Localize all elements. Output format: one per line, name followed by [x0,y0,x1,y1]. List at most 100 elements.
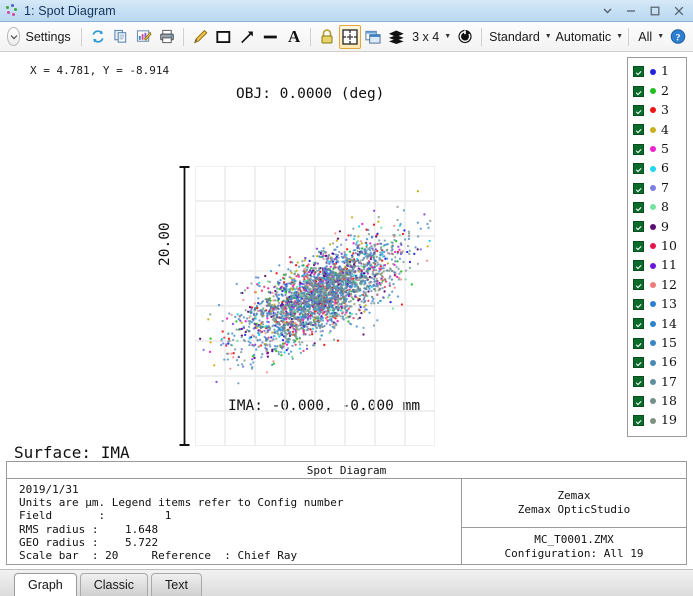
chevron-down-icon [7,27,20,46]
legend-row[interactable]: 9 [633,217,686,236]
toolbar-separator [628,28,629,46]
lock-icon[interactable] [316,25,338,49]
legend-checkbox[interactable] [633,299,644,310]
toolbar: Settings [0,22,693,52]
view-tab-bar[interactable]: GraphClassicText [0,569,693,596]
legend-label: 14 [661,318,677,331]
legend-color-dot [650,107,656,113]
legend-row[interactable]: 15 [633,333,686,352]
legend-label: 10 [661,240,677,253]
report-line: Configuration: All 19 [504,547,643,561]
tab-graph[interactable]: Graph [14,573,77,596]
print-icon[interactable] [156,25,178,49]
legend-label: 4 [661,124,669,137]
toolbar-separator [481,28,482,46]
legend-checkbox[interactable] [633,260,644,271]
legend-checkbox[interactable] [633,66,644,77]
legend-label: 8 [661,201,669,214]
legend-checkbox[interactable] [633,86,644,97]
window-title: 1: Spot Diagram [24,4,595,18]
text-annotate-icon[interactable]: A [283,25,305,49]
line-annotate-icon[interactable] [259,25,282,49]
legend-row[interactable]: 10 [633,237,686,256]
report-line: Scale bar : 20 Reference : Chief Ray [19,549,461,562]
surface-label: Surface: IMA [14,443,130,462]
report-panel: Spot Diagram 2019/1/31Units are µm. Lege… [6,461,687,565]
legend-row[interactable]: 19 [633,411,686,430]
legend-row[interactable]: 12 [633,275,686,294]
grid-size-label: 3 x 4 [410,30,441,44]
legend-color-dot [650,321,656,327]
legend-row[interactable]: 17 [633,372,686,391]
legend-checkbox[interactable] [633,338,644,349]
window-menu-button[interactable] [595,1,619,21]
spot-scatter-plot[interactable] [195,166,435,446]
config-dropdown[interactable]: All ▼ [634,25,666,49]
close-button[interactable] [667,1,691,21]
help-icon[interactable]: ? [667,25,689,49]
legend-row[interactable]: 5 [633,140,686,159]
legend-row[interactable]: 8 [633,198,686,217]
legend-checkbox[interactable] [633,144,644,155]
legend-checkbox[interactable] [633,415,644,426]
report-line: Zemax OpticStudio [518,503,631,517]
layers-icon[interactable] [385,25,408,49]
legend-label: 16 [661,356,677,369]
settings-button[interactable]: Settings [4,25,76,49]
copy-icon[interactable] [110,25,132,49]
rotate-icon[interactable] [454,25,476,49]
pencil-annotate-icon[interactable] [189,25,212,49]
spot-diagram-icon [4,3,20,19]
legend-label: 12 [661,279,677,292]
legend-row[interactable]: 1 [633,62,686,81]
legend-color-dot [650,282,656,288]
legend-checkbox[interactable] [633,279,644,290]
report-line: Units are µm. Legend items refer to Conf… [19,496,461,509]
legend-checkbox[interactable] [633,357,644,368]
legend-label: 1 [661,65,669,78]
legend-checkbox[interactable] [633,202,644,213]
legend-row[interactable]: 18 [633,392,686,411]
save-chart-icon[interactable] [133,25,155,49]
refresh-icon[interactable] [87,25,109,49]
legend-checkbox[interactable] [633,183,644,194]
tab-classic[interactable]: Classic [80,573,148,596]
minimize-button[interactable] [619,1,643,21]
legend-color-dot [650,146,656,152]
graph-canvas[interactable]: X = 4.781, Y = -8.914 OBJ: 0.0000 (deg) … [0,53,693,440]
legend-checkbox[interactable] [633,221,644,232]
legend-color-dot [650,88,656,94]
legend-checkbox[interactable] [633,318,644,329]
legend-row[interactable]: 4 [633,120,686,139]
rectangle-annotate-icon[interactable] [212,25,235,49]
maximize-button[interactable] [643,1,667,21]
legend-row[interactable]: 3 [633,101,686,120]
legend-row[interactable]: 13 [633,295,686,314]
legend-row[interactable]: 11 [633,256,686,275]
legend-row[interactable]: 6 [633,159,686,178]
legend-label: 15 [661,337,677,350]
scale-dropdown[interactable]: Automatic ▼ [553,25,623,49]
legend-checkbox[interactable] [633,124,644,135]
window-copy-icon[interactable] [362,25,384,49]
tab-text[interactable]: Text [151,573,202,596]
legend-checkbox[interactable] [633,241,644,252]
legend-checkbox[interactable] [633,376,644,387]
report-left-column: 2019/1/31Units are µm. Legend items refe… [7,479,462,565]
fit-window-icon[interactable] [339,25,361,49]
legend-row[interactable]: 16 [633,353,686,372]
report-line: RMS radius : 1.648 [19,523,461,536]
style-dropdown[interactable]: Standard ▼ [487,25,553,49]
legend-checkbox[interactable] [633,163,644,174]
config-legend-panel[interactable]: 12345678910111213141516171819 [627,57,687,437]
legend-row[interactable]: 14 [633,314,686,333]
legend-row[interactable]: 7 [633,178,686,197]
report-line: GEO radius : 5.722 [19,536,461,549]
legend-checkbox[interactable] [633,396,644,407]
arrow-annotate-icon[interactable] [236,25,259,49]
legend-label: 13 [661,298,677,311]
grid-size-dropdown[interactable]: 3 x 4 ▼ [409,25,453,49]
legend-row[interactable]: 2 [633,81,686,100]
toolbar-separator [81,28,82,46]
legend-checkbox[interactable] [633,105,644,116]
